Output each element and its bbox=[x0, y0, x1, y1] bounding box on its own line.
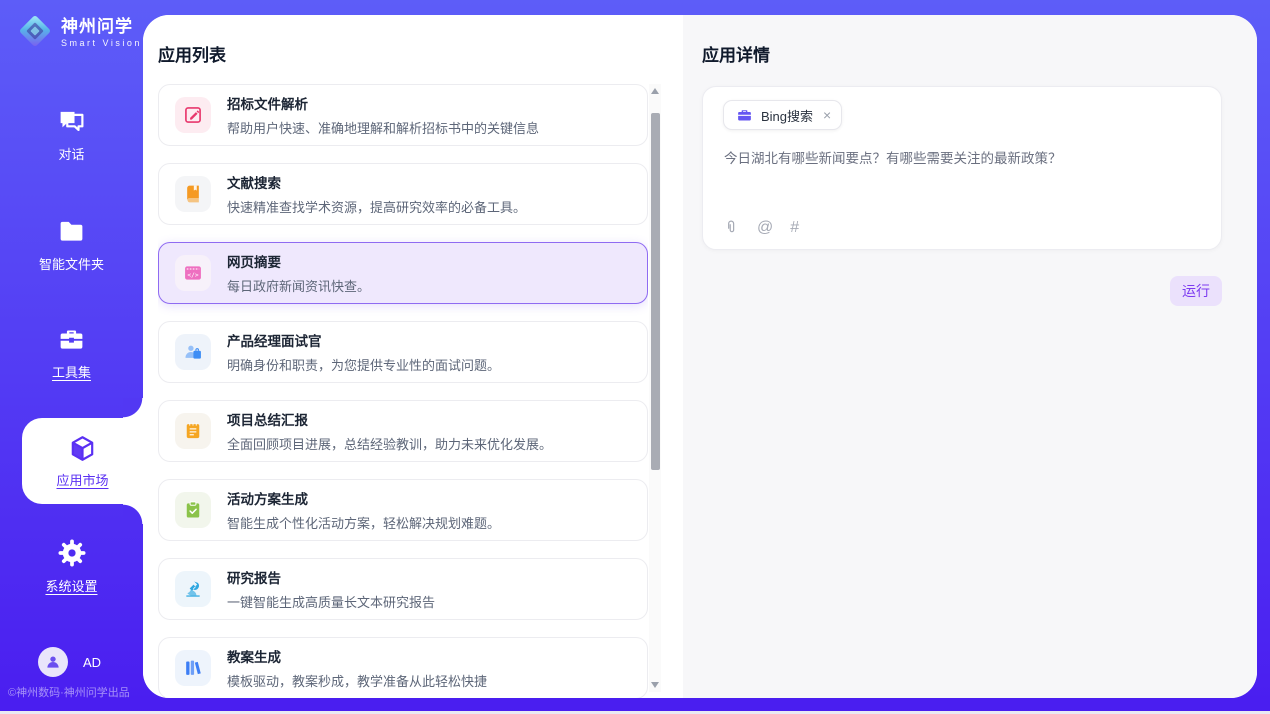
toolbox-icon bbox=[57, 324, 86, 354]
app-card-web-summary[interactable]: </> 网页摘要每日政府新闻资讯快查。 bbox=[158, 242, 648, 304]
app-card-title: 网页摘要 bbox=[227, 251, 370, 271]
app-card-event-plan[interactable]: 活动方案生成智能生成个性化活动方案，轻松解决规划难题。 bbox=[158, 479, 648, 541]
prompt-input[interactable]: Bing搜索 × 今日湖北有哪些新闻要点？有哪些需要关注的最新政策？ @# bbox=[702, 86, 1222, 250]
app-list: 招标文件解析帮助用户快速、准确地理解和解析招标书中的关键信息文献搜索快速精准查找… bbox=[158, 84, 648, 698]
hash-icon[interactable]: # bbox=[790, 220, 799, 236]
brand: 神州问学 Smart Vision bbox=[16, 12, 142, 55]
app-card-desc: 快速精准查找学术资源，提高研究效率的必备工具。 bbox=[227, 197, 526, 216]
sidebar-item-toolset[interactable]: 工具集 bbox=[0, 324, 143, 381]
book-icon bbox=[175, 176, 211, 212]
app-card-bid-doc-analysis[interactable]: 招标文件解析帮助用户快速、准确地理解和解析招标书中的关键信息 bbox=[158, 84, 648, 146]
briefcase-icon bbox=[736, 107, 753, 124]
svg-text:</>: </> bbox=[187, 272, 199, 279]
app-card-title: 研究报告 bbox=[227, 567, 435, 587]
app-card-title: 招标文件解析 bbox=[227, 93, 539, 113]
browser-code-icon: </> bbox=[175, 255, 211, 291]
app-card-title: 项目总结汇报 bbox=[227, 409, 552, 429]
app-card-literature-search[interactable]: 文献搜索快速精准查找学术资源，提高研究效率的必备工具。 bbox=[158, 163, 648, 225]
scrollbar-thumb[interactable] bbox=[651, 113, 660, 470]
app-card-desc: 每日政府新闻资讯快查。 bbox=[227, 276, 370, 295]
run-row: 运行 bbox=[702, 276, 1222, 306]
tool-chip-bing[interactable]: Bing搜索 × bbox=[723, 100, 842, 130]
tool-chip-label: Bing搜索 bbox=[761, 106, 813, 125]
app-card-desc: 模板驱动，教案秒成，教学准备从此轻松快捷 bbox=[227, 671, 487, 690]
folder-icon bbox=[57, 216, 86, 246]
sidebar: 神州问学 Smart Vision 对话智能文件夹工具集应用市场系统设置 AD … bbox=[0, 0, 143, 714]
gear-icon bbox=[57, 538, 87, 568]
app-card-desc: 帮助用户快速、准确地理解和解析招标书中的关键信息 bbox=[227, 118, 539, 137]
app-card-title: 教案生成 bbox=[227, 646, 487, 666]
brand-logo-icon bbox=[16, 12, 54, 55]
user-row[interactable]: AD bbox=[38, 647, 101, 677]
sidebar-item-smart-folder[interactable]: 智能文件夹 bbox=[0, 216, 143, 273]
app-card-desc: 智能生成个性化活动方案，轻松解决规划难题。 bbox=[227, 513, 500, 532]
app-window: 应用列表 招标文件解析帮助用户快速、准确地理解和解析招标书中的关键信息文献搜索快… bbox=[143, 15, 1257, 698]
brand-tagline: Smart Vision bbox=[61, 39, 142, 49]
app-detail-pane: 应用详情 Bing搜索 × 今日湖北有哪些新闻要点？有哪些需要关注的最新政策？ … bbox=[683, 15, 1257, 698]
cube-icon bbox=[67, 433, 98, 463]
app-card-title: 文献搜索 bbox=[227, 172, 526, 192]
copyright: ©神州数码·神州问学出品 bbox=[8, 684, 130, 700]
at-icon[interactable]: @ bbox=[757, 220, 773, 236]
sidebar-item-label: 系统设置 bbox=[45, 576, 97, 595]
sidebar-item-dialogue[interactable]: 对话 bbox=[0, 106, 143, 163]
sidebar-item-label: 对话 bbox=[58, 144, 84, 163]
sidebar-item-system-settings[interactable]: 系统设置 bbox=[0, 538, 143, 595]
app-card-project-summary[interactable]: 项目总结汇报全面回顾项目进展，总结经验教训，助力未来优化发展。 bbox=[158, 400, 648, 462]
doc-pen-icon bbox=[175, 97, 211, 133]
books-icon bbox=[175, 650, 211, 686]
run-button[interactable]: 运行 bbox=[1170, 276, 1222, 306]
scroll-down-icon[interactable] bbox=[651, 682, 659, 688]
avatar[interactable] bbox=[38, 647, 68, 677]
app-card-title: 产品经理面试官 bbox=[227, 330, 500, 350]
paperclip-icon[interactable] bbox=[723, 219, 740, 236]
app-detail-title: 应用详情 bbox=[702, 41, 1222, 66]
prompt-text[interactable]: 今日湖北有哪些新闻要点？有哪些需要关注的最新政策？ bbox=[724, 149, 1201, 169]
interviewer-icon bbox=[175, 334, 211, 370]
app-list-pane: 应用列表 招标文件解析帮助用户快速、准确地理解和解析招标书中的关键信息文献搜索快… bbox=[143, 15, 683, 698]
app-card-desc: 全面回顾项目进展，总结经验教训，助力未来优化发展。 bbox=[227, 434, 552, 453]
list-scrollbar[interactable] bbox=[649, 84, 661, 692]
app-card-title: 活动方案生成 bbox=[227, 488, 500, 508]
clipboard-check-icon bbox=[175, 492, 211, 528]
app-card-desc: 明确身份和职责，为您提供专业性的面试问题。 bbox=[227, 355, 500, 374]
notepad-icon bbox=[175, 413, 211, 449]
brand-name: 神州问学 bbox=[61, 18, 142, 37]
sidebar-item-label: 智能文件夹 bbox=[39, 254, 104, 273]
sidebar-item-label: 应用市场 bbox=[56, 470, 108, 489]
app-list-title: 应用列表 bbox=[158, 41, 683, 66]
chat-icon bbox=[57, 106, 86, 136]
composer-toolbar: @# bbox=[723, 219, 799, 236]
research-icon bbox=[175, 571, 211, 607]
close-icon[interactable]: × bbox=[821, 107, 831, 123]
app-card-pm-interviewer[interactable]: 产品经理面试官明确身份和职责，为您提供专业性的面试问题。 bbox=[158, 321, 648, 383]
app-card-research-report[interactable]: 研究报告一键智能生成高质量长文本研究报告 bbox=[158, 558, 648, 620]
sidebar-item-app-market[interactable]: 应用市场 bbox=[22, 418, 143, 504]
sidebar-item-label: 工具集 bbox=[52, 362, 91, 381]
scroll-up-icon[interactable] bbox=[651, 88, 659, 94]
app-card-desc: 一键智能生成高质量长文本研究报告 bbox=[227, 592, 435, 611]
user-initials: AD bbox=[83, 655, 101, 670]
app-card-lesson-plan[interactable]: 教案生成模板驱动，教案秒成，教学准备从此轻松快捷 bbox=[158, 637, 648, 698]
